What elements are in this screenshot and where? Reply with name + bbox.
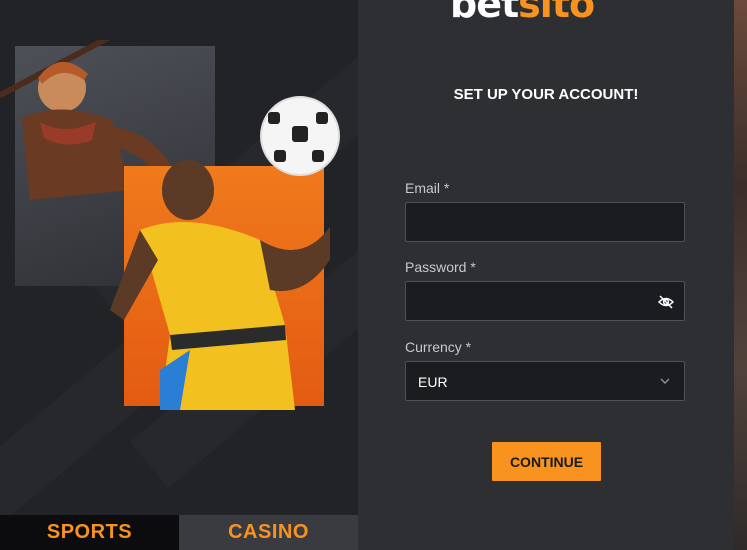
- signup-form-panel: betsito SET UP YOUR ACCOUNT! Email * Pas…: [358, 0, 734, 550]
- currency-label: Currency *: [405, 339, 472, 355]
- soccer-player-illustration: [110, 160, 330, 410]
- product-tabs: SPORTS CASINO: [0, 515, 358, 550]
- brand-logo: betsito: [450, 0, 595, 26]
- chevron-down-icon: [660, 378, 670, 384]
- password-field-wrapper: [405, 281, 685, 321]
- form-heading: SET UP YOUR ACCOUNT!: [453, 86, 639, 103]
- email-label: Email *: [405, 180, 450, 196]
- promo-panel: SPORTS CASINO: [0, 0, 358, 550]
- currency-select[interactable]: EUR: [405, 361, 685, 401]
- logo-text-part1: bet: [450, 0, 519, 26]
- background-edge-strip: [734, 0, 747, 550]
- email-field-wrapper: [405, 202, 685, 242]
- password-label: Password *: [405, 259, 476, 275]
- continue-button[interactable]: CONTINUE: [492, 442, 601, 481]
- tab-casino[interactable]: CASINO: [179, 515, 358, 550]
- email-field[interactable]: [406, 203, 684, 241]
- password-field[interactable]: [406, 282, 684, 320]
- currency-selected-value: EUR: [418, 374, 448, 390]
- eye-slash-icon[interactable]: [658, 294, 674, 310]
- logo-text-part2: sito: [518, 0, 595, 26]
- tab-sports[interactable]: SPORTS: [0, 515, 179, 550]
